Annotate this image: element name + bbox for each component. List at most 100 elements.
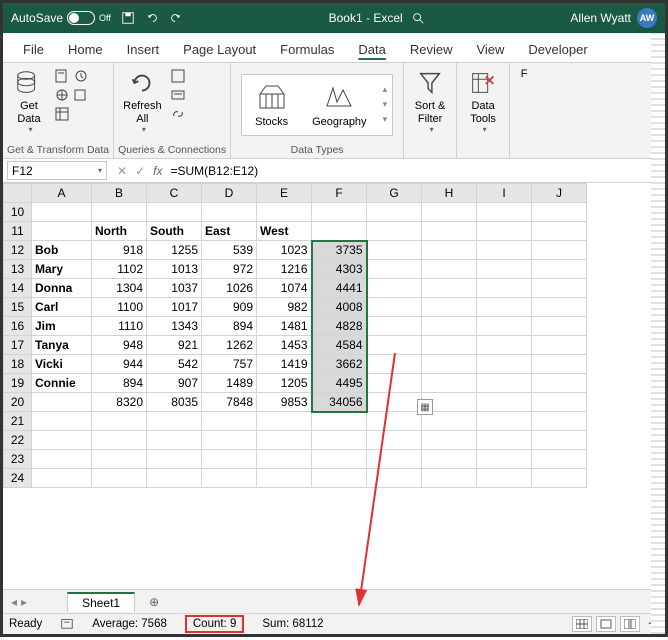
cell-G22[interactable] xyxy=(367,431,422,450)
cell-B21[interactable] xyxy=(92,412,147,431)
col-header-A[interactable]: A xyxy=(32,184,92,203)
tab-data[interactable]: Data xyxy=(346,38,397,62)
forecast-button[interactable]: F xyxy=(514,66,534,83)
account-area[interactable]: Allen Wyatt AW xyxy=(570,8,657,28)
cell-G10[interactable] xyxy=(367,203,422,222)
cell-F21[interactable] xyxy=(312,412,367,431)
cell-B15[interactable]: 1100 xyxy=(92,298,147,317)
cell-D12[interactable]: 539 xyxy=(202,241,257,260)
cell-D13[interactable]: 972 xyxy=(202,260,257,279)
tab-formulas[interactable]: Formulas xyxy=(268,38,346,62)
row-header-17[interactable]: 17 xyxy=(4,336,32,355)
cell-I15[interactable] xyxy=(477,298,532,317)
cell-F18[interactable]: 3662 xyxy=(312,355,367,374)
col-header-J[interactable]: J xyxy=(532,184,587,203)
cell-D21[interactable] xyxy=(202,412,257,431)
cell-A18[interactable]: Vicki xyxy=(32,355,92,374)
cell-D11[interactable]: East xyxy=(202,222,257,241)
row-header-18[interactable]: 18 xyxy=(4,355,32,374)
cell-C11[interactable]: South xyxy=(147,222,202,241)
col-header-E[interactable]: E xyxy=(257,184,312,203)
cell-G13[interactable] xyxy=(367,260,422,279)
cell-C16[interactable]: 1343 xyxy=(147,317,202,336)
cell-I18[interactable] xyxy=(477,355,532,374)
page-layout-view-icon[interactable] xyxy=(596,616,616,632)
new-sheet-button[interactable]: ⊕ xyxy=(145,593,163,611)
cell-E19[interactable]: 1205 xyxy=(257,374,312,393)
redo-icon[interactable] xyxy=(169,11,183,25)
cell-F12[interactable]: 3735 xyxy=(312,241,367,260)
fx-icon[interactable]: fx xyxy=(153,164,162,178)
cell-C22[interactable] xyxy=(147,431,202,450)
data-tools-button[interactable]: Data Tools ▾ xyxy=(461,66,505,136)
row-header-21[interactable]: 21 xyxy=(4,412,32,431)
cell-B14[interactable]: 1304 xyxy=(92,279,147,298)
cell-J13[interactable] xyxy=(532,260,587,279)
row-header-12[interactable]: 12 xyxy=(4,241,32,260)
tab-home[interactable]: Home xyxy=(56,38,115,62)
stocks-button[interactable]: Stocks xyxy=(245,78,298,132)
cell-A20[interactable] xyxy=(32,393,92,412)
gallery-down-icon[interactable]: ▾ xyxy=(383,99,388,110)
cell-D14[interactable]: 1026 xyxy=(202,279,257,298)
cell-A24[interactable] xyxy=(32,469,92,488)
chevron-down-icon[interactable]: ▾ xyxy=(98,166,102,175)
cell-J23[interactable] xyxy=(532,450,587,469)
cell-A17[interactable]: Tanya xyxy=(32,336,92,355)
cell-F15[interactable]: 4008 xyxy=(312,298,367,317)
cell-F23[interactable] xyxy=(312,450,367,469)
cell-B19[interactable]: 894 xyxy=(92,374,147,393)
col-header-G[interactable]: G xyxy=(367,184,422,203)
tab-file[interactable]: File xyxy=(11,38,56,62)
from-text-icon[interactable] xyxy=(54,68,70,84)
cell-G24[interactable] xyxy=(367,469,422,488)
cell-G23[interactable] xyxy=(367,450,422,469)
cell-H16[interactable] xyxy=(422,317,477,336)
cell-I20[interactable] xyxy=(477,393,532,412)
row-header-10[interactable]: 10 xyxy=(4,203,32,222)
cell-G12[interactable] xyxy=(367,241,422,260)
cell-E15[interactable]: 982 xyxy=(257,298,312,317)
sort-filter-button[interactable]: Sort & Filter ▾ xyxy=(408,66,452,136)
from-web-icon[interactable] xyxy=(54,87,70,103)
cell-H18[interactable] xyxy=(422,355,477,374)
cell-C18[interactable]: 542 xyxy=(147,355,202,374)
cell-G17[interactable] xyxy=(367,336,422,355)
cell-E16[interactable]: 1481 xyxy=(257,317,312,336)
cell-D10[interactable] xyxy=(202,203,257,222)
cell-B10[interactable] xyxy=(92,203,147,222)
cell-D23[interactable] xyxy=(202,450,257,469)
autosave-toggle[interactable]: AutoSave Off xyxy=(11,11,111,25)
cell-J19[interactable] xyxy=(532,374,587,393)
col-header-H[interactable]: H xyxy=(422,184,477,203)
tab-developer[interactable]: Developer xyxy=(516,38,599,62)
cell-H14[interactable] xyxy=(422,279,477,298)
cell-I12[interactable] xyxy=(477,241,532,260)
undo-icon[interactable] xyxy=(145,11,159,25)
cell-F16[interactable]: 4828 xyxy=(312,317,367,336)
cell-A19[interactable]: Connie xyxy=(32,374,92,393)
cell-H15[interactable] xyxy=(422,298,477,317)
cell-I19[interactable] xyxy=(477,374,532,393)
cell-J17[interactable] xyxy=(532,336,587,355)
cell-A21[interactable] xyxy=(32,412,92,431)
row-header-22[interactable]: 22 xyxy=(4,431,32,450)
row-header-19[interactable]: 19 xyxy=(4,374,32,393)
cell-E11[interactable]: West xyxy=(257,222,312,241)
cell-J24[interactable] xyxy=(532,469,587,488)
cell-H22[interactable] xyxy=(422,431,477,450)
cell-C15[interactable]: 1017 xyxy=(147,298,202,317)
cell-J21[interactable] xyxy=(532,412,587,431)
row-header-23[interactable]: 23 xyxy=(4,450,32,469)
cell-F10[interactable] xyxy=(312,203,367,222)
cell-J16[interactable] xyxy=(532,317,587,336)
cell-C12[interactable]: 1255 xyxy=(147,241,202,260)
cell-C13[interactable]: 1013 xyxy=(147,260,202,279)
cell-A23[interactable] xyxy=(32,450,92,469)
cell-G20[interactable] xyxy=(367,393,422,412)
cell-I24[interactable] xyxy=(477,469,532,488)
cell-G18[interactable] xyxy=(367,355,422,374)
cell-E24[interactable] xyxy=(257,469,312,488)
cell-G16[interactable] xyxy=(367,317,422,336)
tab-review[interactable]: Review xyxy=(398,38,465,62)
